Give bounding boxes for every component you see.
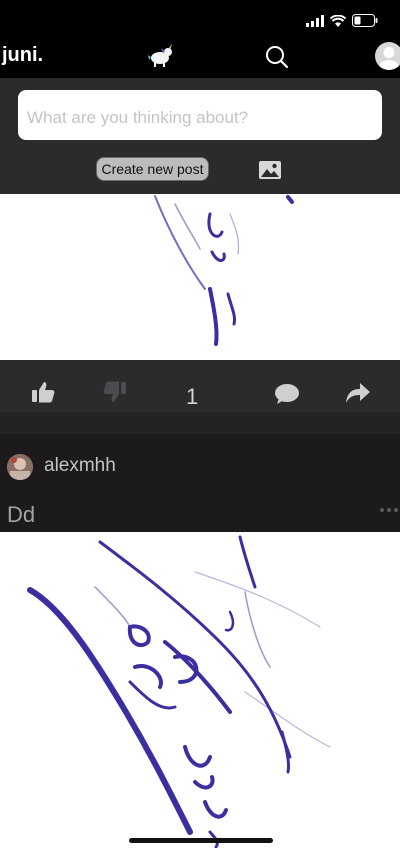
post-separator — [0, 412, 400, 434]
thumbs-up-icon[interactable] — [31, 381, 55, 403]
more-icon[interactable] — [378, 503, 400, 517]
signal-icon — [306, 14, 324, 27]
post-image[interactable] — [0, 194, 400, 360]
status-icons — [306, 14, 378, 27]
like-count: 1 — [186, 384, 199, 409]
comment-icon[interactable] — [274, 383, 300, 405]
post-image[interactable] — [0, 532, 400, 848]
search-icon[interactable] — [264, 44, 290, 70]
handwriting-image — [27, 535, 331, 848]
image-upload-icon[interactable] — [258, 160, 282, 180]
post-input[interactable] — [18, 90, 382, 140]
home-indicator[interactable] — [129, 838, 273, 843]
post-author[interactable]: alexmhh — [44, 455, 116, 477]
create-post-button[interactable]: Create new post — [96, 157, 209, 181]
top-nav-bar — [0, 38, 400, 78]
profile-avatar[interactable] — [375, 42, 400, 70]
mascot-icon[interactable] — [148, 44, 174, 68]
handwriting-image — [154, 195, 294, 346]
post-text: Dd — [7, 502, 36, 527]
profile-icon — [379, 47, 399, 70]
app-logo[interactable]: juni. — [2, 44, 43, 67]
share-icon[interactable] — [345, 382, 371, 404]
post-action-bar — [0, 360, 400, 412]
post-header — [0, 434, 400, 532]
wifi-icon — [330, 14, 346, 27]
user-photo — [7, 454, 33, 480]
battery-icon — [352, 14, 378, 27]
user-avatar[interactable] — [7, 454, 33, 480]
thumbs-down-icon[interactable] — [103, 381, 127, 403]
